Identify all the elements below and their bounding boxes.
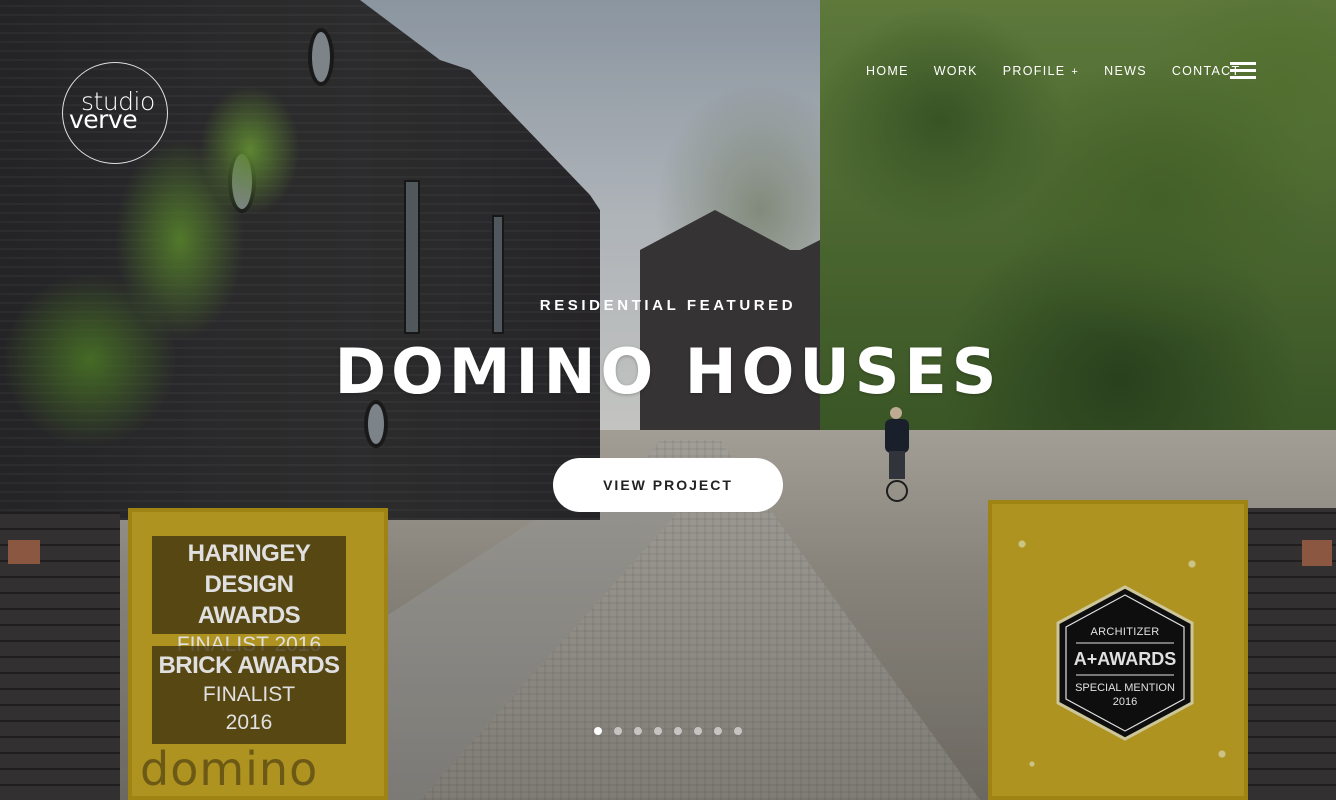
slider-dot[interactable]: [714, 727, 722, 735]
nav-profile-label: PROFILE: [1002, 64, 1066, 78]
slider-pagination: [594, 727, 754, 735]
hero-title: DOMINO HOUSES: [334, 335, 1002, 408]
slider-dot[interactable]: [734, 727, 742, 735]
hero-eyebrow: RESIDENTIAL FEATURED: [539, 297, 797, 314]
slider-dot[interactable]: [694, 727, 702, 735]
nav-profile[interactable]: PROFILE +: [1003, 64, 1079, 78]
nav-work[interactable]: WORK: [934, 64, 978, 78]
slider-dot[interactable]: [614, 727, 622, 735]
hamburger-icon[interactable]: [1230, 62, 1256, 80]
view-project-button[interactable]: VIEW PROJECT: [553, 458, 783, 512]
nav-news[interactable]: NEWS: [1104, 64, 1147, 78]
slider-dot[interactable]: [674, 727, 682, 735]
main-nav: HOME WORK PROFILE + NEWS CONTACT: [866, 62, 1265, 80]
slider-dot[interactable]: [594, 727, 602, 735]
logo-text: verve: [69, 105, 138, 134]
slider-dot[interactable]: [654, 727, 662, 735]
studio-verve-logo[interactable]: studio verve: [62, 62, 168, 164]
slider-dot[interactable]: [634, 727, 642, 735]
expand-plus-icon: +: [1071, 66, 1080, 78]
nav-home[interactable]: HOME: [866, 64, 909, 78]
